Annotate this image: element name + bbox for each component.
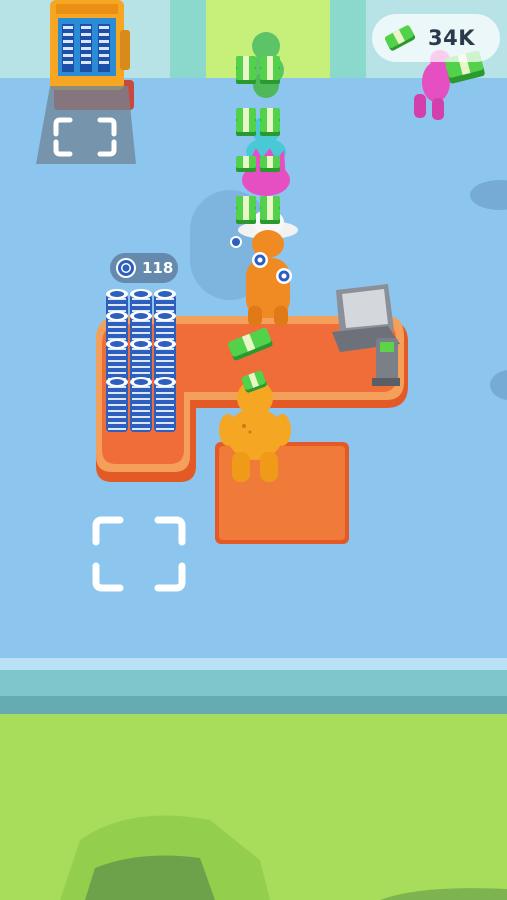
chip-stack <box>154 377 176 432</box>
floor-base <box>0 696 507 714</box>
cash-on-counter[interactable] <box>226 324 276 368</box>
cash-bundle <box>236 68 280 84</box>
wall-panel-right <box>330 0 366 82</box>
flying-chips <box>230 236 292 284</box>
chip-stack <box>130 377 152 432</box>
cash-bundle-icon <box>384 25 416 51</box>
chip-stack <box>106 377 128 432</box>
chip-count-badge: 118 <box>110 253 178 283</box>
floor-front-face <box>0 670 507 696</box>
cash-register[interactable] <box>328 280 408 390</box>
upgrade-slot[interactable] <box>88 512 190 598</box>
cash-balance: 34K <box>372 14 500 62</box>
queue-cash-stacks <box>236 56 280 224</box>
cash-bundle <box>236 120 280 136</box>
cash-bundle <box>236 208 280 224</box>
player-character[interactable] <box>214 368 296 488</box>
chip-count-text: 118 <box>142 259 174 277</box>
wall-panel-left <box>170 0 206 82</box>
rock <box>85 855 215 900</box>
poker-chip-icon <box>116 258 136 278</box>
cash-bundle <box>236 156 280 172</box>
chip-stacks[interactable] <box>100 286 184 446</box>
rock-right <box>380 888 507 900</box>
game-scene[interactable]: 118 34K <box>0 0 507 900</box>
upgrade-slot-small[interactable] <box>50 116 120 158</box>
cash-amount: 34K <box>428 26 475 50</box>
